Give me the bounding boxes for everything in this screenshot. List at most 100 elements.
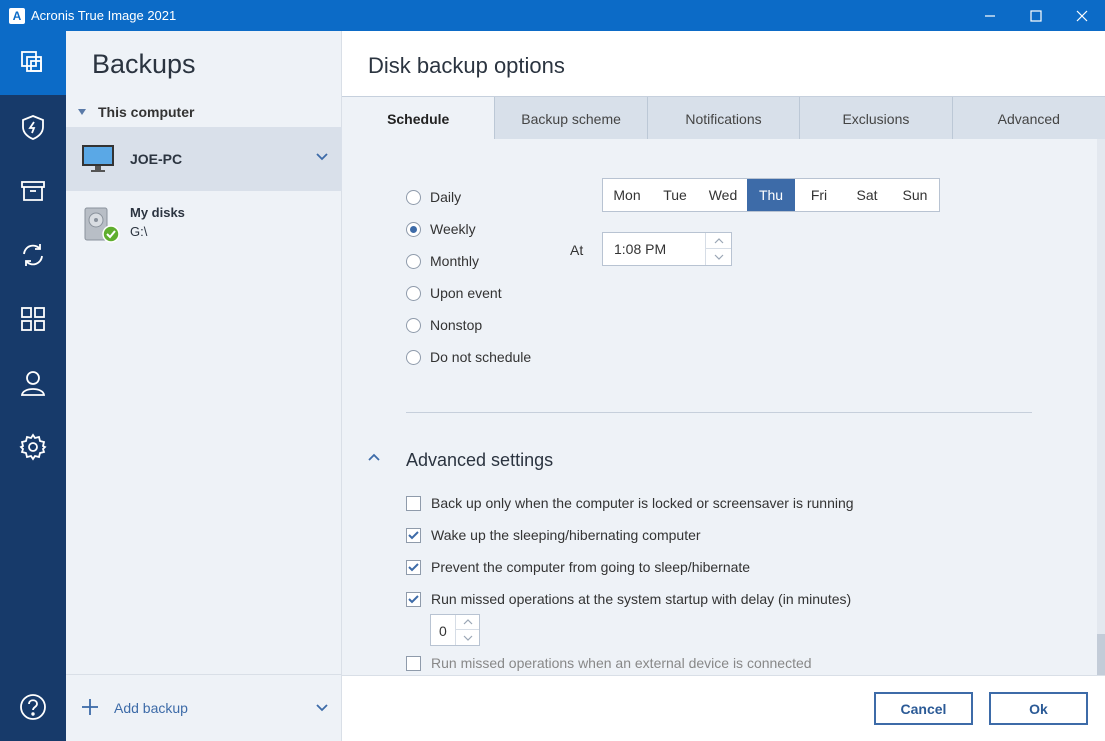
radio-weekly[interactable]: Weekly — [406, 221, 476, 237]
title-bar: A Acronis True Image 2021 — [0, 0, 1105, 31]
nav-account[interactable] — [0, 351, 66, 415]
checkbox-label: Run missed operations when an external d… — [431, 655, 812, 671]
tab-advanced[interactable]: Advanced — [951, 97, 1105, 140]
nav-sync[interactable] — [0, 223, 66, 287]
section-divider — [406, 412, 1032, 413]
time-value[interactable]: 1:08 PM — [614, 241, 666, 257]
shield-icon — [22, 115, 44, 140]
close-window-button[interactable] — [1059, 0, 1105, 31]
page-title: Disk backup options — [368, 53, 565, 78]
computer-group-toggle[interactable]: This computer — [78, 104, 194, 120]
option-run-missed-startup[interactable]: Run missed operations at the system star… — [406, 591, 851, 607]
advanced-settings-heading[interactable]: Advanced settings — [406, 450, 553, 471]
checkbox[interactable] — [406, 527, 421, 543]
delay-minutes-field[interactable]: 0 — [430, 614, 480, 646]
nav-tools[interactable] — [0, 287, 66, 351]
radio-do-not-schedule[interactable]: Do not schedule — [406, 349, 531, 365]
option-wake-up[interactable]: Wake up the sleeping/hibernating compute… — [406, 527, 701, 543]
nav-archive[interactable] — [0, 159, 66, 223]
radio-button[interactable] — [406, 189, 421, 205]
dialog-footer: Cancel Ok — [342, 675, 1105, 741]
ok-button[interactable]: Ok — [989, 692, 1088, 725]
radio-button[interactable] — [406, 253, 421, 269]
backups-heading: Backups — [92, 49, 196, 79]
option-run-missed-external[interactable]: Run missed operations when an external d… — [406, 655, 812, 671]
disk-path: G:\ — [130, 224, 148, 239]
chevron-down-icon[interactable] — [316, 153, 328, 161]
radio-button[interactable] — [406, 285, 421, 301]
delay-down-button[interactable] — [456, 630, 479, 645]
radio-button[interactable] — [406, 349, 421, 365]
chevron-up-icon[interactable] — [368, 453, 380, 461]
backup-item-disks[interactable]: My disks G:\ — [66, 199, 342, 251]
tab-backup-scheme[interactable]: Backup scheme — [494, 97, 646, 140]
delay-spinner — [455, 615, 479, 645]
tab-notifications[interactable]: Notifications — [646, 97, 799, 140]
time-up-button[interactable] — [706, 233, 731, 249]
minimize-button[interactable] — [967, 0, 1013, 31]
checkbox[interactable] — [406, 495, 421, 511]
account-icon — [20, 371, 46, 396]
checkbox[interactable] — [406, 655, 421, 671]
day-thu[interactable]: Thu — [747, 179, 795, 211]
radio-button[interactable] — [406, 317, 421, 333]
time-down-button[interactable] — [706, 249, 731, 265]
main-panel: Disk backup options Schedule Backup sche… — [342, 31, 1105, 741]
checkbox-label: Run missed operations at the system star… — [431, 591, 852, 607]
delay-value[interactable]: 0 — [439, 623, 447, 639]
day-sun[interactable]: Sun — [891, 179, 939, 211]
at-label: At — [570, 242, 584, 258]
help-icon — [20, 694, 46, 720]
option-locked-only[interactable]: Back up only when the computer is locked… — [406, 495, 854, 511]
day-wed[interactable]: Wed — [699, 179, 747, 211]
tab-bar: Schedule Backup scheme Notifications Exc… — [342, 96, 1105, 140]
add-backup-bar: Add backup — [66, 674, 342, 741]
maximize-button[interactable] — [1013, 0, 1059, 31]
schedule-content: Daily Weekly Monthly Upon event Nonstop … — [342, 139, 1105, 675]
option-prevent-sleep[interactable]: Prevent the computer from going to sleep… — [406, 559, 750, 575]
scrollbar-thumb[interactable] — [1097, 634, 1105, 675]
nav-protection[interactable] — [0, 95, 66, 159]
window-title: Acronis True Image 2021 — [31, 8, 177, 23]
radio-monthly[interactable]: Monthly — [406, 253, 479, 269]
day-sat[interactable]: Sat — [843, 179, 891, 211]
radio-label: Upon event — [430, 285, 502, 301]
minimize-icon — [985, 14, 995, 17]
nav-settings[interactable] — [0, 415, 66, 479]
disk-name: My disks — [130, 205, 185, 220]
chevron-down-icon — [463, 635, 472, 641]
radio-nonstop[interactable]: Nonstop — [406, 317, 482, 333]
day-tue[interactable]: Tue — [651, 179, 699, 211]
checkbox-label: Wake up the sleeping/hibernating compute… — [431, 527, 701, 543]
tab-exclusions[interactable]: Exclusions — [799, 97, 951, 140]
chevron-down-icon[interactable] — [316, 704, 328, 712]
chevron-down-icon — [714, 254, 723, 260]
triangle-down-icon — [78, 109, 86, 115]
add-backup-button[interactable]: Add backup — [114, 700, 188, 716]
computer-name: JOE-PC — [130, 151, 183, 167]
time-spinner — [705, 233, 731, 265]
sync-icon — [23, 244, 43, 266]
checkbox[interactable] — [406, 591, 421, 607]
tools-grid-icon — [21, 307, 45, 331]
radio-upon-event[interactable]: Upon event — [406, 285, 502, 301]
backup-icon — [21, 51, 42, 72]
radio-label: Daily — [430, 189, 462, 205]
archive-icon — [21, 181, 45, 201]
group-label: This computer — [98, 104, 195, 120]
nav-backup[interactable] — [0, 31, 66, 95]
plus-icon[interactable] — [81, 698, 99, 716]
day-fri[interactable]: Fri — [795, 179, 843, 211]
radio-button[interactable] — [406, 221, 421, 237]
delay-up-button[interactable] — [456, 615, 479, 630]
radio-daily[interactable]: Daily — [406, 189, 461, 205]
checkbox[interactable] — [406, 559, 421, 575]
tab-schedule[interactable]: Schedule — [342, 97, 495, 140]
cancel-button[interactable]: Cancel — [874, 692, 973, 725]
scrollbar[interactable] — [1097, 139, 1105, 675]
time-field[interactable]: 1:08 PM — [602, 232, 732, 266]
checkbox-label: Back up only when the computer is locked… — [431, 495, 854, 511]
nav-help[interactable] — [0, 675, 66, 739]
day-mon[interactable]: Mon — [603, 179, 651, 211]
backup-item-computer[interactable]: JOE-PC — [66, 127, 342, 191]
